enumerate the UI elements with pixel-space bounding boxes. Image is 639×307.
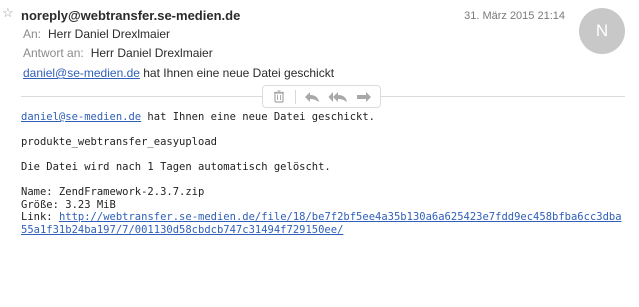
- message-date: 31. März 2015 21:14: [464, 10, 565, 22]
- message-body: daniel@se-medien.de hat Ihnen eine neue …: [21, 111, 627, 236]
- reply-to-label: Antwort an:: [23, 46, 84, 60]
- body-expiry-line: Die Datei wird nach 1 Tagen automatisch …: [21, 161, 331, 173]
- to-label: An:: [23, 27, 42, 41]
- trash-icon[interactable]: [269, 88, 289, 105]
- toolbar-separator: [295, 89, 296, 104]
- body-intro-text: hat Ihnen eine neue Datei geschickt.: [141, 111, 376, 123]
- forward-icon[interactable]: [354, 88, 374, 105]
- message-toolbar: [262, 85, 381, 108]
- body-link-label: Link:: [21, 211, 59, 223]
- body-file-size: Größe: 3.23 MiB: [21, 198, 116, 211]
- sender-address: noreply@webtransfer.se-medien.de: [21, 8, 241, 23]
- reply-all-icon[interactable]: [328, 88, 348, 105]
- body-intro-line: daniel@se-medien.de hat Ihnen eine neue …: [21, 111, 627, 124]
- body-link-line: Link: http://webtransfer.se-medien.de/fi…: [21, 211, 627, 236]
- reply-icon[interactable]: [302, 88, 322, 105]
- reply-to-row: Antwort an: Herr Daniel Drexlmaier: [23, 46, 213, 60]
- summary-line: daniel@se-medien.de hat Ihnen eine neue …: [23, 66, 334, 80]
- avatar: N: [579, 8, 625, 54]
- reply-to-value[interactable]: Herr Daniel Drexlmaier: [91, 46, 213, 60]
- body-file-name: Name: ZendFramework-2.3.7.zip: [21, 186, 205, 198]
- star-icon[interactable]: ☆: [2, 6, 14, 20]
- body-product-line: produkte_webtransfer_easyupload: [21, 136, 217, 148]
- summary-sender-link[interactable]: daniel@se-medien.de: [23, 66, 140, 80]
- body-sender-link[interactable]: daniel@se-medien.de: [21, 111, 141, 123]
- to-value[interactable]: Herr Daniel Drexlmaier: [48, 27, 170, 41]
- summary-text: hat Ihnen eine neue Datei geschickt: [139, 66, 335, 80]
- to-row: An: Herr Daniel Drexlmaier: [23, 27, 170, 41]
- download-link[interactable]: http://webtransfer.se-medien.de/file/18/…: [21, 211, 622, 236]
